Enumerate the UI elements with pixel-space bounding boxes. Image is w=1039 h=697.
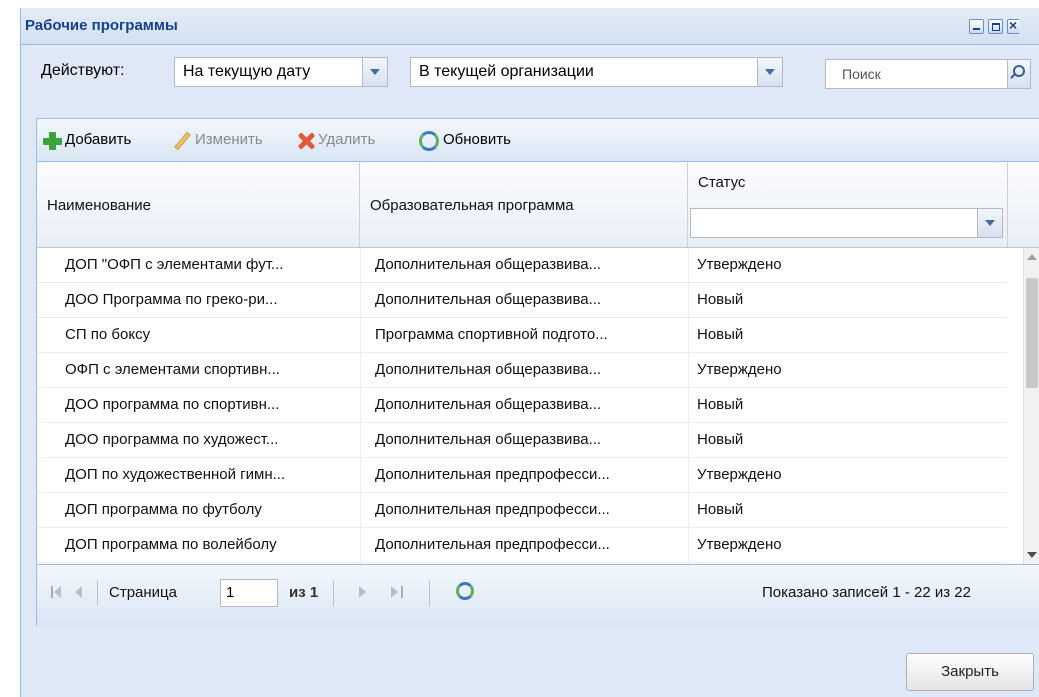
minimize-icon[interactable] (969, 19, 984, 34)
org-filter-value: В текущей организации (419, 63, 594, 80)
vertical-scrollbar[interactable] (1023, 248, 1039, 564)
add-button-label: Добавить (65, 131, 132, 148)
date-filter-value: На текущую дату (183, 63, 311, 80)
row-program-cell: Дополнительная предпрофесси... (375, 536, 610, 553)
delete-icon (296, 131, 316, 151)
row-status-cell: Новый (697, 431, 744, 448)
first-page-icon[interactable] (51, 586, 63, 598)
edit-button-label: Изменить (195, 131, 263, 148)
row-name-cell: ДОО Программа по греко-ри... (65, 291, 278, 308)
row-name-cell: ДОО программа по спортивн... (65, 396, 280, 413)
search-icon (1013, 65, 1025, 77)
scroll-thumb[interactable] (1026, 278, 1038, 388)
last-page-icon[interactable] (391, 586, 403, 598)
org-filter-combo[interactable]: В текущей организации (410, 57, 783, 87)
row-name-cell: ДОП программа по футболу (65, 501, 262, 518)
prev-page-icon[interactable] (75, 586, 85, 598)
row-program-cell: Дополнительная общеразвива... (375, 291, 602, 308)
table-row[interactable]: ДОО программа по художест... Дополнительн… (37, 423, 1007, 458)
row-status-cell: Утверждено (697, 256, 782, 273)
search-placeholder: Поиск (842, 66, 881, 82)
row-program-cell: Дополнительная общеразвива... (375, 361, 602, 378)
row-status-cell: Утверждено (697, 361, 782, 378)
grid-body: ДОП "ОФП с элементами фут... Дополнительн… (37, 248, 1007, 563)
refresh-icon (419, 131, 439, 151)
row-program-cell: Дополнительная общеразвива... (375, 256, 602, 273)
row-name-cell: ДОП по художественной гимн... (65, 466, 286, 483)
grid-header: Наименование Образовательная программа С… (37, 162, 1039, 248)
chevron-down-icon[interactable] (362, 58, 387, 86)
table-row[interactable]: ДОО Программа по греко-ри... Дополнительн… (37, 283, 1007, 318)
pager-refresh-icon[interactable] (456, 582, 474, 600)
status-filter-combo[interactable] (690, 208, 1003, 238)
chevron-down-icon[interactable] (757, 58, 782, 86)
filter-bar: Действуют: На текущую дату В текущей орг… (21, 45, 1039, 115)
refresh-button-label: Обновить (443, 131, 511, 148)
table-row[interactable]: ДОП "ОФП с элементами фут... Дополнительн… (37, 248, 1007, 283)
column-header-name-label: Наименование (47, 197, 151, 214)
date-filter-combo[interactable]: На текущую дату (174, 57, 388, 87)
column-header-program[interactable]: Образовательная программа (360, 162, 688, 247)
page-label: Страница (109, 584, 177, 601)
table-row[interactable]: СП по боксу Программа спортивной подгото.… (37, 318, 1007, 353)
row-program-cell: Дополнительная общеразвива... (375, 431, 602, 448)
active-filter-label: Действуют: (41, 62, 125, 79)
row-program-cell: Дополнительная общеразвива... (375, 396, 602, 413)
column-header-status-label: Статус (698, 174, 746, 191)
row-status-cell: Утверждено (697, 466, 782, 483)
pencil-icon (173, 131, 193, 151)
separator (429, 580, 430, 606)
scroll-up-icon[interactable] (1027, 254, 1037, 260)
row-program-cell: Программа спортивной подгото... (375, 326, 608, 343)
row-program-cell: Дополнительная предпрофесси... (375, 501, 610, 518)
scroll-down-icon[interactable] (1027, 552, 1037, 558)
row-name-cell: СП по боксу (65, 326, 151, 343)
table-row[interactable]: ДОП программа по футболу Дополнительная п… (37, 493, 1007, 528)
row-name-cell: ОФП с элементами спортивн... (65, 361, 280, 378)
separator (333, 580, 334, 606)
table-row[interactable]: ДОО программа по спортивн... Дополнительн… (37, 388, 1007, 423)
row-status-cell: Утверждено (697, 536, 782, 553)
column-header-program-label: Образовательная программа (370, 197, 574, 214)
maximize-icon[interactable] (988, 19, 1003, 34)
row-status-cell: Новый (697, 501, 744, 518)
row-status-cell: Новый (697, 396, 744, 413)
row-program-cell: Дополнительная предпрофесси... (375, 466, 610, 483)
search-button[interactable] (1007, 60, 1030, 88)
row-name-cell: ДОП "ОФП с элементами фут... (65, 256, 284, 273)
programs-grid-panel: Добавить Изменить Удалить Обновить Наиме… (36, 118, 1039, 627)
row-name-cell: ДОО программа по художест... (65, 431, 279, 448)
column-header-name[interactable]: Наименование (37, 162, 360, 247)
search-input[interactable]: Поиск (825, 59, 1031, 89)
row-status-cell: Новый (697, 326, 744, 343)
table-row[interactable]: ОФП с элементами спортивн... Дополнительн… (37, 353, 1007, 388)
row-name-cell: ДОП программа по волейболу (65, 536, 277, 553)
row-status-cell: Новый (697, 291, 744, 308)
page-count-label: из 1 (289, 584, 319, 601)
plus-icon (43, 131, 63, 151)
separator (97, 580, 98, 606)
paging-toolbar: Страница 1 из 1 Показано записей 1 - 22 … (37, 564, 1039, 627)
records-info: Показано записей 1 - 22 из 22 (762, 584, 971, 601)
next-page-icon[interactable] (359, 586, 369, 598)
delete-button-label: Удалить (318, 131, 376, 148)
grid-toolbar: Добавить Изменить Удалить Обновить (37, 119, 1039, 162)
work-programs-window: Рабочие программы Действуют: На текущую … (20, 8, 1039, 697)
window-titlebar: Рабочие программы (21, 8, 1039, 45)
page-number-input[interactable]: 1 (220, 579, 278, 607)
column-header-status[interactable]: Статус (688, 162, 1008, 247)
window-title: Рабочие программы (25, 17, 178, 34)
close-window-icon[interactable] (1007, 17, 1019, 34)
close-button[interactable]: Закрыть (906, 653, 1034, 691)
chevron-down-icon[interactable] (977, 209, 1002, 237)
table-row[interactable]: ДОП программа по волейболу Дополнительная… (37, 528, 1007, 563)
table-row[interactable]: ДОП по художественной гимн... Дополнитель… (37, 458, 1007, 493)
